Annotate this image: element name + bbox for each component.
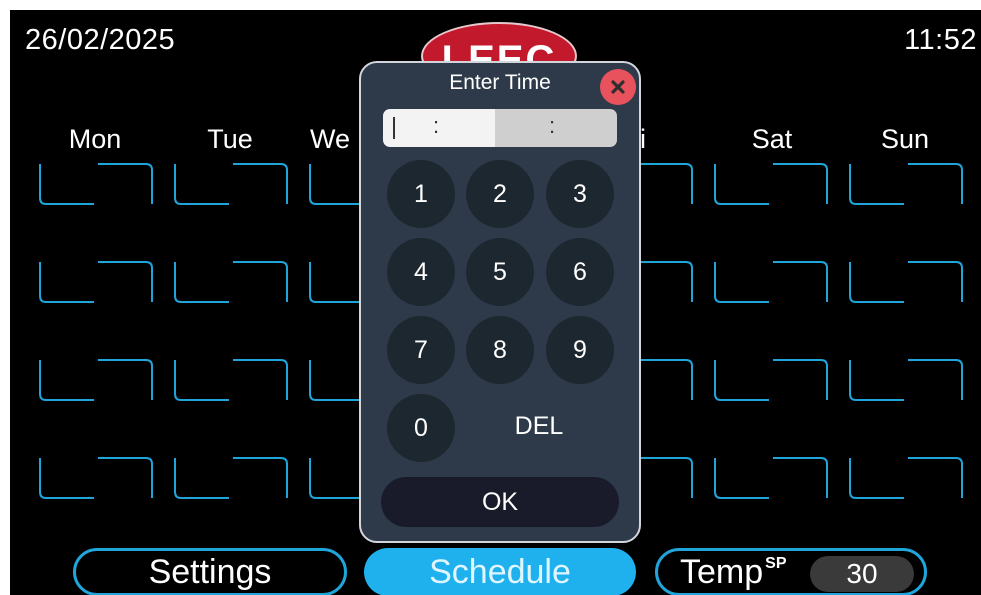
day-label-sat: Sat <box>751 124 793 154</box>
schedule-slot-sat-2[interactable] <box>709 258 833 306</box>
schedule-slot-sun-2[interactable] <box>844 258 968 306</box>
schedule-slot-sun-1[interactable] <box>844 160 968 208</box>
schedule-slot-outline <box>174 261 288 303</box>
minute-input[interactable]: : <box>495 109 617 147</box>
schedule-slot-outline <box>849 163 963 205</box>
schedule-slot-sun-4[interactable] <box>844 454 968 502</box>
schedule-slot-outline <box>714 457 828 499</box>
status-date: 26/02/2025 <box>25 24 176 56</box>
schedule-slot-outline <box>714 163 828 205</box>
schedule-slot-sun-3[interactable] <box>844 356 968 404</box>
schedule-slot-outline <box>174 359 288 401</box>
key-8[interactable]: 8 <box>466 316 534 384</box>
schedule-slot-sat-4[interactable] <box>709 454 833 502</box>
hour-separator: : <box>433 113 440 138</box>
schedule-slot-tue-2[interactable] <box>169 258 293 306</box>
schedule-slot-outline <box>714 359 828 401</box>
day-label-sun: Sun <box>880 124 930 154</box>
schedule-slot-outline <box>39 163 153 205</box>
key-3[interactable]: 3 <box>546 160 614 228</box>
schedule-slot-outline <box>714 261 828 303</box>
temp-setpoint-value: 30 <box>810 556 914 592</box>
schedule-slot-mon-4[interactable] <box>34 454 158 502</box>
key-5[interactable]: 5 <box>466 238 534 306</box>
temp-label: Temp <box>680 552 764 591</box>
schedule-slot-mon-1[interactable] <box>34 160 158 208</box>
settings-button[interactable]: Settings <box>73 548 347 595</box>
settings-button-label: Settings <box>148 552 272 591</box>
schedule-slot-outline <box>39 359 153 401</box>
ok-button[interactable]: OK <box>381 477 619 527</box>
minute-separator: : <box>549 113 556 138</box>
schedule-slot-tue-3[interactable] <box>169 356 293 404</box>
schedule-button[interactable]: Schedule <box>364 548 636 595</box>
day-label-mon: Mon <box>68 124 122 154</box>
schedule-slot-sat-1[interactable] <box>709 160 833 208</box>
dialog-title: Enter Time <box>449 71 551 94</box>
key-7[interactable]: 7 <box>387 316 455 384</box>
schedule-slot-mon-3[interactable] <box>34 356 158 404</box>
time-input-field[interactable]: : : <box>383 109 617 147</box>
close-button[interactable] <box>600 69 636 105</box>
schedule-slot-outline <box>39 261 153 303</box>
status-time: 11:52 <box>904 24 977 56</box>
hour-input[interactable]: : <box>383 109 495 147</box>
delete-button[interactable]: DEL <box>479 406 599 446</box>
schedule-button-label: Schedule <box>429 552 571 591</box>
key-1[interactable]: 1 <box>387 160 455 228</box>
key-9[interactable]: 9 <box>546 316 614 384</box>
schedule-slot-mon-2[interactable] <box>34 258 158 306</box>
device-screen: 26/02/2025 11:52 LEEC Mon Tue We i Sat S… <box>10 10 981 595</box>
key-4[interactable]: 4 <box>387 238 455 306</box>
schedule-slot-sat-3[interactable] <box>709 356 833 404</box>
key-0[interactable]: 0 <box>387 394 455 462</box>
key-6[interactable]: 6 <box>546 238 614 306</box>
day-label-tue: Tue <box>207 124 253 154</box>
temp-superscript: SP <box>765 555 787 572</box>
schedule-slot-tue-1[interactable] <box>169 160 293 208</box>
schedule-slot-tue-4[interactable] <box>169 454 293 502</box>
key-2[interactable]: 2 <box>466 160 534 228</box>
ok-button-label: OK <box>481 487 519 516</box>
enter-time-dialog: Enter Time : : 1 2 3 4 5 6 7 8 9 0 DEL O… <box>359 61 641 543</box>
temp-setpoint-button[interactable]: Temp SP 30 <box>655 548 927 595</box>
schedule-slot-outline <box>849 261 963 303</box>
close-icon <box>611 80 625 94</box>
text-cursor <box>393 117 395 139</box>
schedule-slot-outline <box>174 457 288 499</box>
schedule-slot-outline <box>849 359 963 401</box>
schedule-slot-outline <box>39 457 153 499</box>
schedule-slot-outline <box>174 163 288 205</box>
schedule-slot-outline <box>849 457 963 499</box>
